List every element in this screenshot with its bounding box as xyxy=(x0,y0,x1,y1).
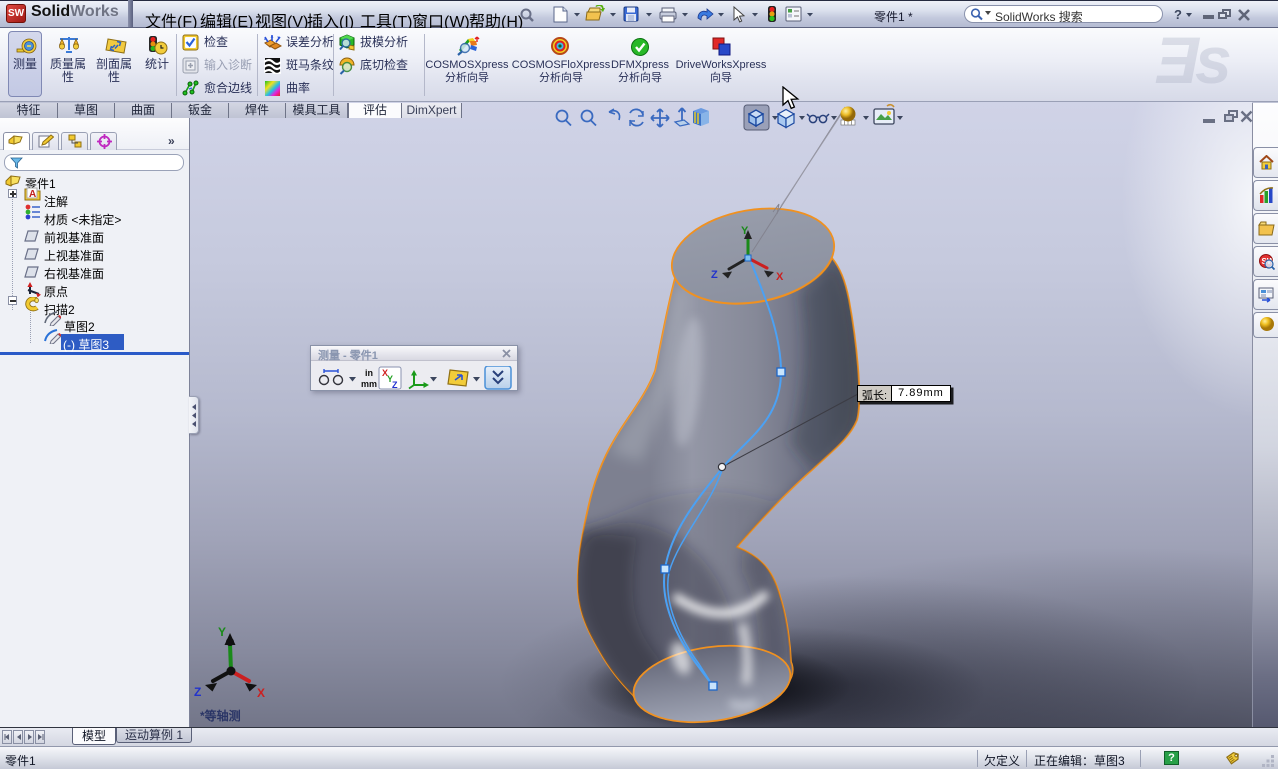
svg-text:in: in xyxy=(365,368,373,378)
svg-text:X: X xyxy=(776,271,784,283)
svg-text:Z: Z xyxy=(194,685,201,699)
svg-text:Z: Z xyxy=(392,380,398,390)
svg-text:mm: mm xyxy=(361,379,377,389)
svg-text:Y: Y xyxy=(218,625,226,639)
svg-text:Z: Z xyxy=(711,269,718,281)
svg-text:X: X xyxy=(257,686,265,700)
svg-text:Y: Y xyxy=(741,225,749,237)
svg-text:A: A xyxy=(29,189,36,200)
svg-text:*等轴测: *等轴测 xyxy=(200,708,241,723)
